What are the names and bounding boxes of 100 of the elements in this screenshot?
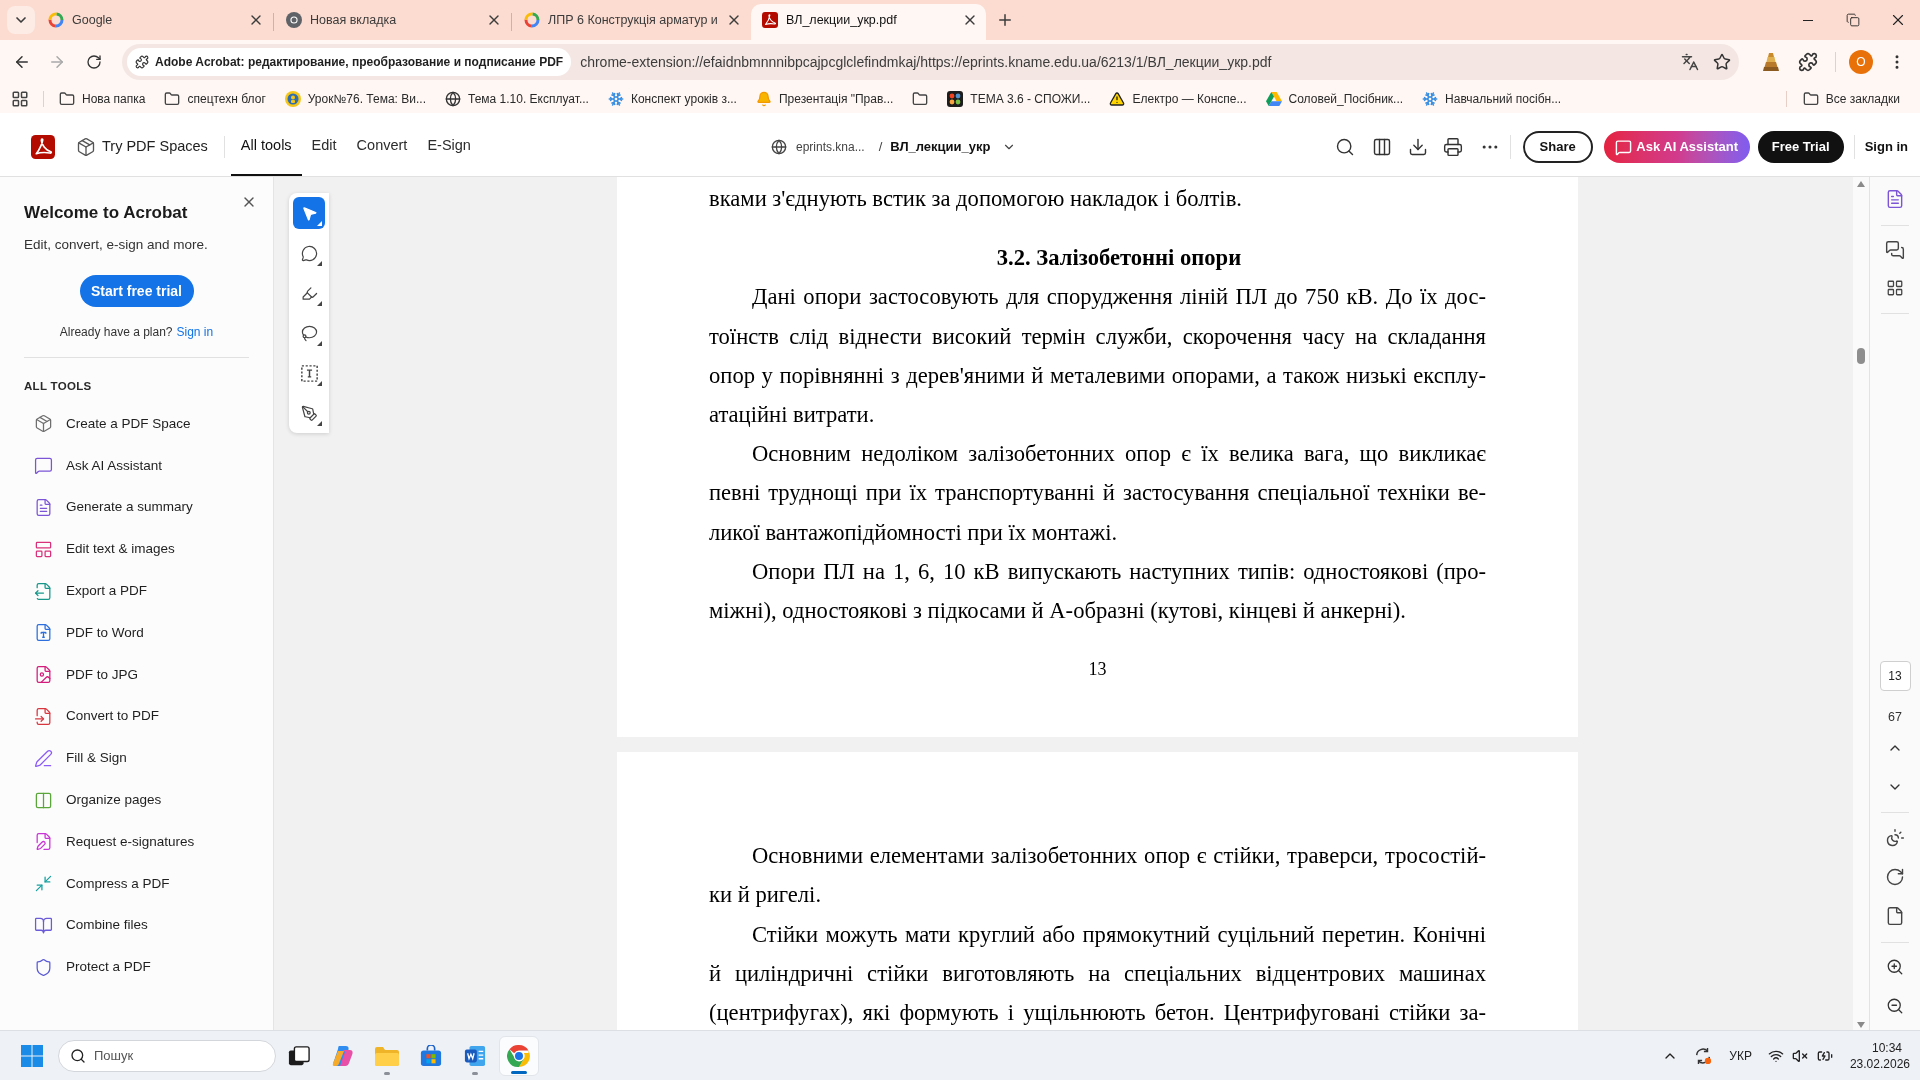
tool-item[interactable]: PDF to Word — [24, 612, 249, 654]
tool-item[interactable]: Organize pages — [24, 779, 249, 821]
shield-icon — [34, 957, 53, 977]
comment-bubble-icon — [300, 244, 318, 262]
tool-item[interactable]: Create a PDF Space — [24, 403, 249, 445]
bookmark-link[interactable]: Урок№76. Тема: Ви... — [278, 86, 432, 111]
bookmark-link[interactable]: Соловей_Посібник... — [1259, 86, 1410, 111]
clock[interactable]: 10:34 23.02.2026 — [1849, 1039, 1910, 1072]
document-icon[interactable] — [1885, 189, 1905, 209]
browser-tab[interactable]: Новая вкладка — [275, 4, 510, 40]
apps-grid-icon[interactable] — [11, 89, 29, 108]
concentric-circle-icon — [286, 12, 302, 28]
sync-icon[interactable] — [1694, 1046, 1713, 1065]
page-columns-icon[interactable] — [1371, 137, 1392, 157]
free-trial-button[interactable]: Free Trial — [1757, 131, 1844, 163]
zoom-in-icon[interactable] — [1886, 958, 1904, 976]
open-book-icon — [34, 915, 53, 935]
paragraph-text: вками з'єднують встик за допомогою накладок і болтів. — [709, 185, 1243, 213]
address-field[interactable]: Adobe Acrobat: редактирование, преобразование и подписание PDF chrome-extension://efaidnbmnnnibpcajpcglclefindmkaj/https://eprints.kname.edu.ua/6213/1/ВЛ_лекции_укр.pdf — [122, 44, 1739, 80]
four-squares-icon[interactable] — [21, 1044, 43, 1067]
print-icon[interactable] — [1442, 137, 1463, 157]
start-trial-button[interactable]: Start free trial — [79, 275, 194, 307]
bookmark-link[interactable]: ТЕМА 3.6 - СПОЖИ... — [941, 86, 1097, 111]
muted-speaker-icon[interactable] — [1791, 1047, 1808, 1064]
tool-item[interactable]: Protect a PDF — [24, 946, 249, 989]
browser-tab[interactable]: ВЛ_лекции_укр.pdf — [751, 4, 986, 40]
tool-item[interactable]: Generate a summary — [24, 486, 249, 529]
tool-item[interactable]: Edit text & images — [24, 528, 249, 571]
bookmark-folder[interactable]: спецтехн блог — [158, 86, 272, 111]
scroll-down-arrow-icon[interactable] — [1857, 1022, 1865, 1028]
file-name[interactable]: ВЛ_лекции_укр — [890, 137, 991, 157]
url-text: chrome-extension://efaidnbmnnnibpcajpcglclefindmkaj/https://eprints.kname.edu.ua/6213/1/ВЛ_лекции_укр.pdf — [580, 52, 1272, 72]
minimize-icon — [1802, 19, 1813, 21]
document-icon — [34, 498, 53, 517]
sun-moon-icon[interactable] — [1885, 828, 1905, 848]
star-icon[interactable] — [1713, 53, 1731, 71]
search-icon[interactable] — [1334, 137, 1355, 157]
scrollbar-thumb[interactable] — [1857, 348, 1865, 364]
plan-prompt-text: Already have a plan? — [59, 324, 173, 340]
scrollbar-track[interactable] — [1853, 177, 1869, 1030]
bookmark-link[interactable]: Презентація "Прав... — [749, 86, 900, 111]
pdf-spaces-link[interactable]: Try PDF Spaces — [76, 136, 208, 158]
tool-item[interactable]: Combine files — [24, 904, 249, 947]
puzzle-icon[interactable] — [1798, 52, 1818, 72]
folder-icon — [164, 90, 181, 107]
nav-tab[interactable]: Convert — [346, 118, 418, 176]
nav-tab[interactable]: E-Sign — [417, 118, 481, 176]
bookmark-link[interactable]: Тема 1.10. Експлуат... — [438, 86, 595, 111]
corner-triangle-icon — [317, 421, 322, 426]
bookmark-link[interactable]: Електро — Конспе... — [1103, 86, 1253, 111]
nav-tab[interactable]: Edit — [301, 118, 347, 176]
logo-tile-icon[interactable] — [31, 135, 55, 159]
bookmark-link[interactable]: Навчальний посібн... — [1416, 86, 1568, 111]
scroll-up-arrow-icon[interactable] — [1857, 181, 1865, 187]
tool-item[interactable]: Ask AI Assistant — [24, 444, 249, 487]
restore-icon — [1845, 13, 1860, 27]
section-heading: 3.2. Залізобетонні опори — [995, 244, 1243, 273]
tab-search-button[interactable] — [7, 6, 35, 34]
sign-in-link[interactable]: Sign in — [176, 324, 214, 340]
site-info-chip[interactable]: Adobe Acrobat: редактирование, преобразование и подписание PDF — [127, 48, 572, 76]
welcome-title: Welcome to Acrobat — [24, 202, 188, 224]
bookmark-folder[interactable]: Все закладки — [1796, 86, 1906, 111]
tool-item[interactable]: Fill & Sign — [24, 737, 249, 780]
overlapping-squares-icon — [288, 1044, 310, 1067]
bookmark-folder[interactable]: Нова папка — [53, 86, 152, 111]
download-icon[interactable] — [1407, 137, 1428, 157]
corner-triangle-icon — [317, 381, 322, 386]
page-number-field[interactable]: 13 — [1879, 661, 1911, 691]
tool-button[interactable] — [293, 197, 325, 229]
pointer-icon — [300, 204, 318, 222]
browser-tab[interactable]: Google — [37, 4, 272, 40]
globe-icon — [444, 90, 461, 107]
paragraph-text: Опори ПЛ на 1, 6, 10 кВ випускають наступних типів: одностоякові (про- міжні), одностоякові з підкосами й А-образні (кутові, кінцеві й анкерні). — [709, 557, 1486, 626]
tool-item[interactable]: Convert to PDF — [24, 695, 249, 738]
rotate-icon[interactable] — [1885, 867, 1905, 887]
tricolor-circle-icon — [507, 1043, 531, 1068]
zoom-out-icon[interactable] — [1886, 997, 1904, 1015]
breadcrumb-site[interactable]: eprints.kna... — [796, 138, 865, 156]
corner-triangle-icon — [317, 221, 322, 226]
bookmark-link[interactable]: Конспект уроків з... — [601, 86, 743, 111]
ai-assistant-button[interactable]: Ask AI Assistant — [1603, 131, 1750, 163]
lasso-icon — [300, 324, 318, 342]
browser-tab[interactable]: ЛПР 6 Конструкція арматур и — [513, 4, 748, 40]
tool-item[interactable]: Request e-signatures — [24, 820, 249, 863]
sign-in-button[interactable]: Sign in — [1864, 137, 1908, 157]
chat-bubbles-icon[interactable] — [1885, 240, 1905, 260]
grid-icon[interactable] — [1886, 279, 1904, 297]
page-icon[interactable] — [1885, 906, 1905, 926]
share-button[interactable]: Share — [1522, 131, 1593, 163]
ring-icon — [48, 12, 64, 28]
tool-item[interactable]: Compress a PDF — [24, 862, 249, 905]
tool-item[interactable]: PDF to JPG — [24, 653, 249, 696]
tool-item[interactable]: Export a PDF — [24, 570, 249, 612]
highlighter-icon — [300, 284, 318, 302]
search-field[interactable]: Пошук — [58, 1039, 276, 1072]
dotted-tile-icon — [947, 90, 964, 107]
translate-icon[interactable] — [1681, 53, 1699, 71]
paragraph-text: Основним недоліком залізобетонних опор є їх велика вага, що викликає певні труднощі при їх транспортуванні й застосування спеціальної техніки ве- ликої вантажопідйомності при їх монтажі. — [709, 440, 1486, 547]
language-indicator[interactable]: УКР — [1729, 1046, 1752, 1065]
tower-icon[interactable] — [1761, 52, 1781, 72]
